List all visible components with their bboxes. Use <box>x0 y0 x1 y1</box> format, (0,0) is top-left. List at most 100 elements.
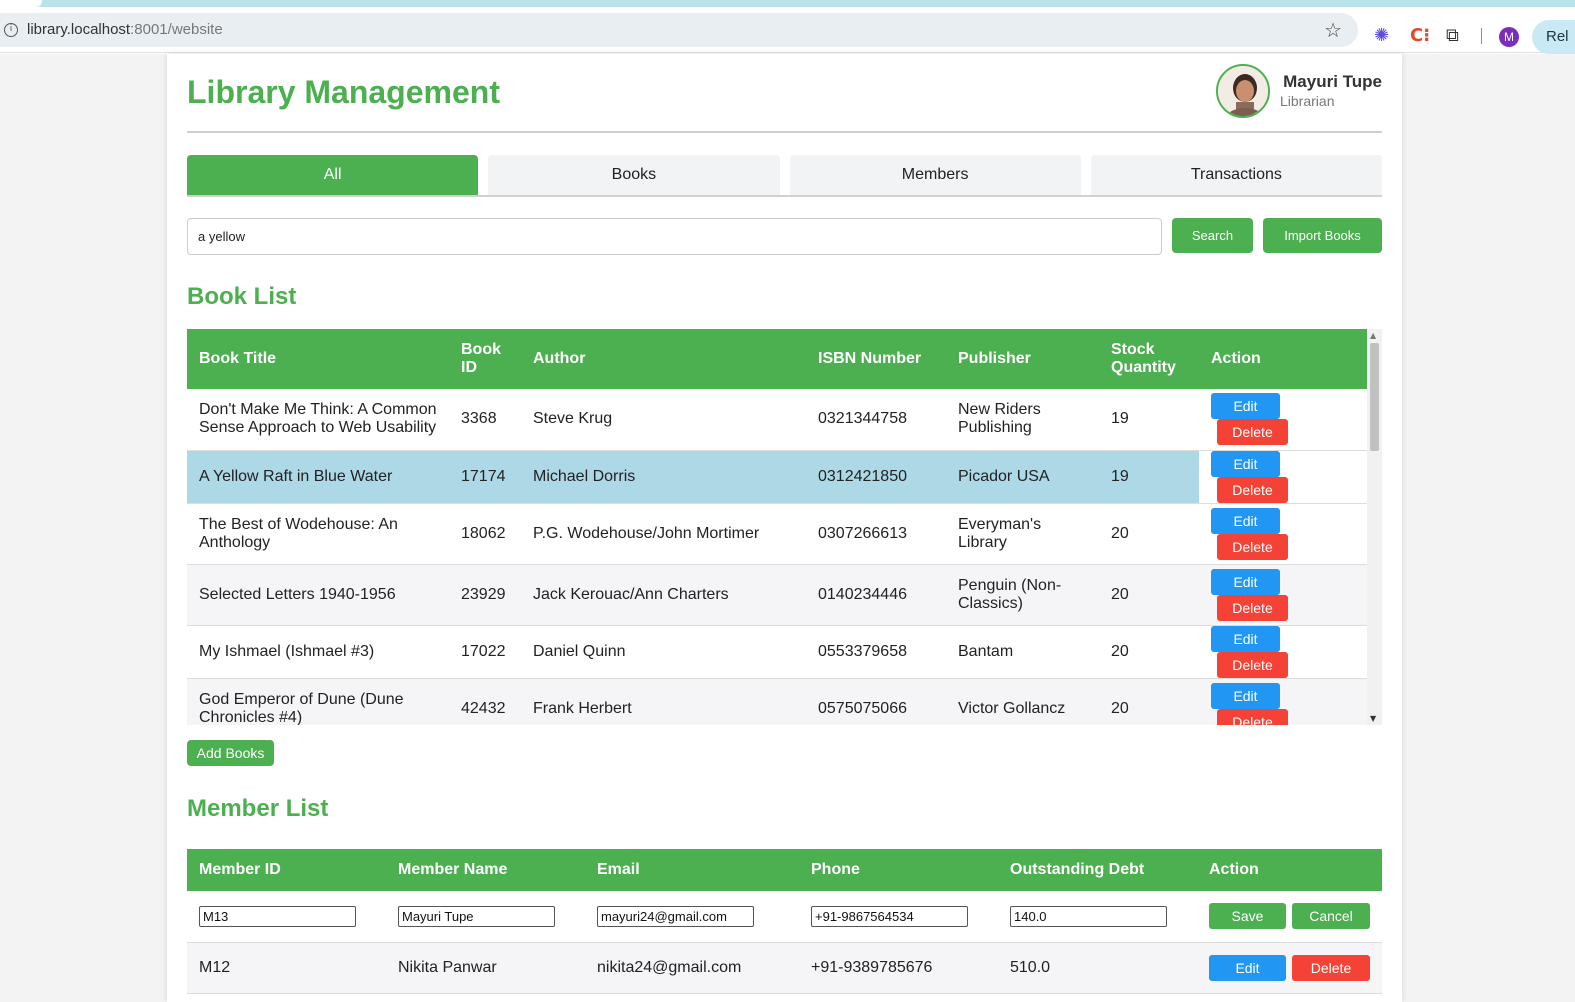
member-email-edit-cell <box>585 891 799 943</box>
app-container: Library Management Mayuri Tupe Librarian… <box>167 54 1402 1002</box>
book-stock-cell: 19 <box>1099 450 1199 504</box>
edit-book-button[interactable]: Edit <box>1211 682 1280 709</box>
member-debt-cell: 510.0 <box>998 942 1197 994</box>
relaunch-button[interactable]: Rel <box>1532 20 1575 54</box>
tab-transactions[interactable]: Transactions <box>1090 155 1382 195</box>
col-book-id[interactable]: Book ID <box>449 329 521 389</box>
book-table-scrollbar[interactable]: ▲ ▼ <box>1367 329 1382 725</box>
member-name-input[interactable] <box>398 905 555 927</box>
book-row[interactable]: Selected Letters 1940-1956 23929 Jack Ke… <box>187 564 1367 626</box>
book-title-cell: Don't Make Me Think: A Common Sense Appr… <box>187 389 449 451</box>
extension-colorpick-icon[interactable]: C⁝ <box>1410 25 1430 46</box>
member-email-input[interactable] <box>597 905 754 927</box>
member-phone-input[interactable] <box>811 905 968 927</box>
scroll-up-arrow-icon[interactable]: ▲ <box>1370 331 1376 340</box>
book-isbn-cell: 0312421850 <box>806 450 946 504</box>
book-row[interactable]: Don't Make Me Think: A Common Sense Appr… <box>187 389 1367 451</box>
edit-book-button[interactable]: Edit <box>1211 450 1280 477</box>
search-button[interactable]: Search <box>1172 218 1253 253</box>
book-publisher-cell: Bantam <box>946 625 1099 679</box>
book-isbn-cell: 0140234446 <box>806 564 946 626</box>
book-table-scroll[interactable]: Book Title Book ID Author ISBN Number Pu… <box>187 329 1382 725</box>
address-bar[interactable]: i library.localhost:8001/website ☆ <box>0 13 1358 47</box>
member-id-cell: M12 <box>187 942 386 994</box>
tab-books[interactable]: Books <box>488 155 780 195</box>
delete-book-button[interactable]: Delete <box>1217 476 1288 503</box>
import-books-button[interactable]: Import Books <box>1263 218 1382 253</box>
member-list-title: Member List <box>187 795 329 822</box>
book-author-cell: Steve Krug <box>521 389 806 451</box>
book-row[interactable]: The Best of Wodehouse: An Anthology 1806… <box>187 503 1367 565</box>
app-title: Library Management <box>187 74 500 110</box>
scroll-down-arrow-icon[interactable]: ▼ <box>1370 714 1376 723</box>
active-tab-stub[interactable] <box>0 0 42 7</box>
tab-all[interactable]: All <box>187 155 479 195</box>
save-member-button[interactable]: Save <box>1209 903 1286 930</box>
profile-avatar[interactable]: M <box>1499 27 1519 47</box>
col-outstanding-debt[interactable]: Outstanding Debt <box>998 849 1197 891</box>
member-email-cell: nikita24@gmail.com <box>585 942 799 994</box>
book-stock-cell: 20 <box>1099 625 1199 679</box>
add-books-button[interactable]: Add Books <box>187 740 274 766</box>
book-row[interactable]: My Ishmael (Ishmael #3) 17022 Daniel Qui… <box>187 625 1367 679</box>
cancel-edit-button[interactable]: Cancel <box>1292 903 1370 930</box>
edit-member-button[interactable]: Edit <box>1209 954 1286 981</box>
user-role: Librarian <box>1280 93 1335 109</box>
nav-tabs: All Books Members Transactions <box>187 155 1382 197</box>
member-row-editing: SaveCancel <box>187 891 1382 943</box>
member-row[interactable]: M12 Nikita Panwar nikita24@gmail.com +91… <box>187 942 1382 994</box>
delete-book-button[interactable]: Delete <box>1217 419 1288 446</box>
url-text: library.localhost:8001/website <box>27 21 223 38</box>
book-actions: EditDelete <box>1199 625 1367 679</box>
book-stock-cell: 20 <box>1099 503 1199 565</box>
user-avatar-image <box>1218 66 1268 116</box>
user-profile: Mayuri Tupe Librarian <box>1216 64 1382 118</box>
scroll-thumb[interactable] <box>1370 343 1379 451</box>
member-id-edit-cell <box>187 891 386 943</box>
edit-book-button[interactable]: Edit <box>1211 507 1280 534</box>
book-id-cell: 3368 <box>449 389 521 451</box>
member-edit-actions: Save Cancel <box>1197 891 1382 943</box>
book-row[interactable]: God Emperor of Dune (Dune Chronicles #4)… <box>187 678 1367 725</box>
delete-book-button[interactable]: Delete <box>1217 651 1288 678</box>
book-actions: EditDelete <box>1199 564 1367 626</box>
bookmark-star-icon[interactable]: ☆ <box>1324 18 1342 42</box>
col-isbn[interactable]: ISBN Number <box>806 329 946 389</box>
member-id-input[interactable] <box>199 905 356 927</box>
book-table: Book Title Book ID Author ISBN Number Pu… <box>187 329 1367 725</box>
col-email[interactable]: Email <box>585 849 799 891</box>
member-debt-input[interactable] <box>1010 905 1167 927</box>
col-publisher[interactable]: Publisher <box>946 329 1099 389</box>
member-table-wrap: Member ID Member Name Email Phone Outsta… <box>187 849 1382 994</box>
book-id-cell: 18062 <box>449 503 521 565</box>
extension-sparkle-icon[interactable]: ✺ <box>1374 25 1389 46</box>
delete-member-button[interactable]: Delete <box>1292 954 1370 981</box>
col-member-id[interactable]: Member ID <box>187 849 386 891</box>
col-member-name[interactable]: Member Name <box>386 849 585 891</box>
browser-toolbar: i library.localhost:8001/website ☆ ✺ C⁝ … <box>0 7 1575 54</box>
book-author-cell: Daniel Quinn <box>521 625 806 679</box>
col-stock[interactable]: Stock Quantity <box>1099 329 1199 389</box>
book-author-cell: Frank Herbert <box>521 678 806 725</box>
book-actions: EditDelete <box>1199 389 1367 451</box>
col-book-title[interactable]: Book Title <box>187 329 449 389</box>
edit-book-button[interactable]: Edit <box>1211 393 1280 420</box>
extensions-puzzle-icon[interactable]: ⧉ <box>1446 25 1459 46</box>
member-actions: Edit Delete <box>1197 942 1382 994</box>
search-input[interactable] <box>187 218 1162 255</box>
book-actions: EditDelete <box>1199 503 1367 565</box>
col-phone[interactable]: Phone <box>799 849 998 891</box>
book-title-cell: A Yellow Raft in Blue Water <box>187 450 449 504</box>
edit-book-button[interactable]: Edit <box>1211 568 1280 595</box>
book-row-selected[interactable]: A Yellow Raft in Blue Water 17174 Michae… <box>187 450 1367 504</box>
book-title-cell: God Emperor of Dune (Dune Chronicles #4) <box>187 678 449 725</box>
tab-members[interactable]: Members <box>789 155 1081 195</box>
delete-book-button[interactable]: Delete <box>1217 594 1288 621</box>
site-info-icon[interactable]: i <box>4 23 18 37</box>
edit-book-button[interactable]: Edit <box>1211 625 1280 652</box>
delete-book-button[interactable]: Delete <box>1217 708 1288 725</box>
delete-book-button[interactable]: Delete <box>1217 533 1288 560</box>
col-author[interactable]: Author <box>521 329 806 389</box>
member-table: Member ID Member Name Email Phone Outsta… <box>187 849 1382 994</box>
book-publisher-cell: Penguin (Non-Classics) <box>946 564 1099 626</box>
